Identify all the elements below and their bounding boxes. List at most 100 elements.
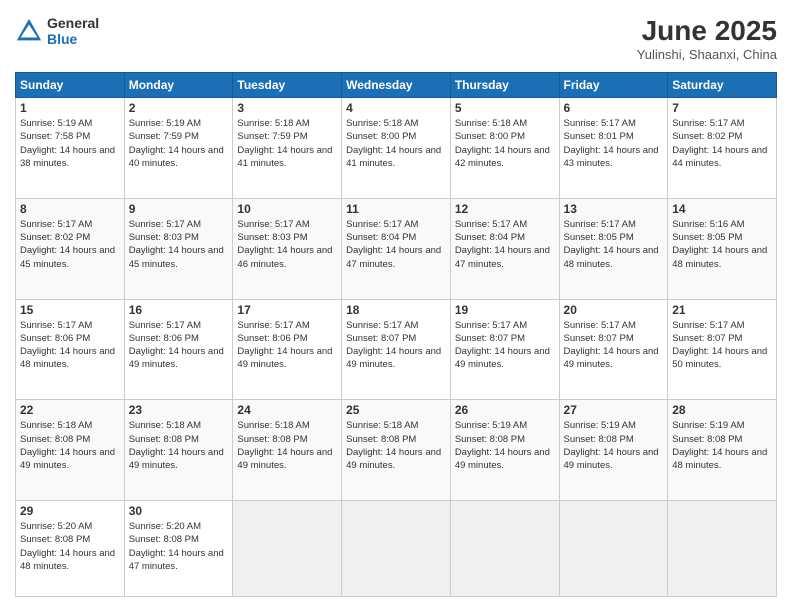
calendar-cell: 30 Sunrise: 5:20 AMSunset: 8:08 PMDaylig… — [124, 501, 233, 597]
calendar-cell: 16 Sunrise: 5:17 AMSunset: 8:06 PMDaylig… — [124, 299, 233, 400]
day-number: 24 — [237, 403, 337, 417]
calendar-cell: 13 Sunrise: 5:17 AMSunset: 8:05 PMDaylig… — [559, 198, 668, 299]
week-row-2: 8 Sunrise: 5:17 AMSunset: 8:02 PMDayligh… — [16, 198, 777, 299]
week-row-5: 29 Sunrise: 5:20 AMSunset: 8:08 PMDaylig… — [16, 501, 777, 597]
day-number: 6 — [564, 101, 664, 115]
day-number: 7 — [672, 101, 772, 115]
day-number: 26 — [455, 403, 555, 417]
cell-info: Sunrise: 5:18 AMSunset: 8:08 PMDaylight:… — [20, 420, 115, 471]
cell-info: Sunrise: 5:17 AMSunset: 8:03 PMDaylight:… — [129, 219, 224, 270]
cell-info: Sunrise: 5:18 AMSunset: 8:08 PMDaylight:… — [129, 420, 224, 471]
day-number: 3 — [237, 101, 337, 115]
calendar-cell: 3 Sunrise: 5:18 AMSunset: 7:59 PMDayligh… — [233, 98, 342, 199]
calendar-table: Sunday Monday Tuesday Wednesday Thursday… — [15, 72, 777, 597]
calendar-cell: 10 Sunrise: 5:17 AMSunset: 8:03 PMDaylig… — [233, 198, 342, 299]
calendar-cell: 17 Sunrise: 5:17 AMSunset: 8:06 PMDaylig… — [233, 299, 342, 400]
cell-info: Sunrise: 5:16 AMSunset: 8:05 PMDaylight:… — [672, 219, 767, 270]
calendar-cell: 18 Sunrise: 5:17 AMSunset: 8:07 PMDaylig… — [342, 299, 451, 400]
calendar-cell: 7 Sunrise: 5:17 AMSunset: 8:02 PMDayligh… — [668, 98, 777, 199]
cell-info: Sunrise: 5:17 AMSunset: 8:02 PMDaylight:… — [20, 219, 115, 270]
day-number: 14 — [672, 202, 772, 216]
day-number: 17 — [237, 303, 337, 317]
day-number: 11 — [346, 202, 446, 216]
calendar-cell: 29 Sunrise: 5:20 AMSunset: 8:08 PMDaylig… — [16, 501, 125, 597]
calendar-cell — [668, 501, 777, 597]
day-number: 13 — [564, 202, 664, 216]
page: General Blue June 2025 Yulinshi, Shaanxi… — [0, 0, 792, 612]
month-title: June 2025 — [637, 15, 777, 47]
calendar-cell: 25 Sunrise: 5:18 AMSunset: 8:08 PMDaylig… — [342, 400, 451, 501]
col-thursday: Thursday — [450, 73, 559, 98]
day-number: 25 — [346, 403, 446, 417]
cell-info: Sunrise: 5:17 AMSunset: 8:04 PMDaylight:… — [455, 219, 550, 270]
calendar-cell: 11 Sunrise: 5:17 AMSunset: 8:04 PMDaylig… — [342, 198, 451, 299]
calendar-cell: 23 Sunrise: 5:18 AMSunset: 8:08 PMDaylig… — [124, 400, 233, 501]
cell-info: Sunrise: 5:19 AMSunset: 7:59 PMDaylight:… — [129, 118, 224, 169]
day-number: 2 — [129, 101, 229, 115]
col-saturday: Saturday — [668, 73, 777, 98]
cell-info: Sunrise: 5:17 AMSunset: 8:07 PMDaylight:… — [346, 320, 441, 371]
day-number: 15 — [20, 303, 120, 317]
calendar-cell: 9 Sunrise: 5:17 AMSunset: 8:03 PMDayligh… — [124, 198, 233, 299]
cell-info: Sunrise: 5:17 AMSunset: 8:05 PMDaylight:… — [564, 219, 659, 270]
logo-text: General Blue — [47, 15, 99, 47]
day-number: 20 — [564, 303, 664, 317]
calendar-cell — [559, 501, 668, 597]
cell-info: Sunrise: 5:19 AMSunset: 8:08 PMDaylight:… — [455, 420, 550, 471]
cell-info: Sunrise: 5:17 AMSunset: 8:06 PMDaylight:… — [129, 320, 224, 371]
cell-info: Sunrise: 5:17 AMSunset: 8:07 PMDaylight:… — [564, 320, 659, 371]
cell-info: Sunrise: 5:17 AMSunset: 8:07 PMDaylight:… — [672, 320, 767, 371]
day-number: 16 — [129, 303, 229, 317]
col-wednesday: Wednesday — [342, 73, 451, 98]
col-sunday: Sunday — [16, 73, 125, 98]
cell-info: Sunrise: 5:17 AMSunset: 8:03 PMDaylight:… — [237, 219, 332, 270]
cell-info: Sunrise: 5:19 AMSunset: 8:08 PMDaylight:… — [672, 420, 767, 471]
calendar-cell — [450, 501, 559, 597]
week-row-4: 22 Sunrise: 5:18 AMSunset: 8:08 PMDaylig… — [16, 400, 777, 501]
calendar-cell: 24 Sunrise: 5:18 AMSunset: 8:08 PMDaylig… — [233, 400, 342, 501]
day-number: 10 — [237, 202, 337, 216]
cell-info: Sunrise: 5:17 AMSunset: 8:04 PMDaylight:… — [346, 219, 441, 270]
cell-info: Sunrise: 5:17 AMSunset: 8:06 PMDaylight:… — [237, 320, 332, 371]
header: General Blue June 2025 Yulinshi, Shaanxi… — [15, 15, 777, 62]
logo: General Blue — [15, 15, 99, 47]
day-number: 22 — [20, 403, 120, 417]
calendar-cell: 28 Sunrise: 5:19 AMSunset: 8:08 PMDaylig… — [668, 400, 777, 501]
cell-info: Sunrise: 5:17 AMSunset: 8:01 PMDaylight:… — [564, 118, 659, 169]
day-number: 30 — [129, 504, 229, 518]
week-row-1: 1 Sunrise: 5:19 AMSunset: 7:58 PMDayligh… — [16, 98, 777, 199]
day-number: 27 — [564, 403, 664, 417]
calendar-cell: 5 Sunrise: 5:18 AMSunset: 8:00 PMDayligh… — [450, 98, 559, 199]
calendar-cell: 27 Sunrise: 5:19 AMSunset: 8:08 PMDaylig… — [559, 400, 668, 501]
cell-info: Sunrise: 5:17 AMSunset: 8:02 PMDaylight:… — [672, 118, 767, 169]
day-number: 8 — [20, 202, 120, 216]
day-number: 12 — [455, 202, 555, 216]
day-number: 18 — [346, 303, 446, 317]
cell-info: Sunrise: 5:18 AMSunset: 7:59 PMDaylight:… — [237, 118, 332, 169]
cell-info: Sunrise: 5:19 AMSunset: 8:08 PMDaylight:… — [564, 420, 659, 471]
calendar-cell — [233, 501, 342, 597]
day-number: 9 — [129, 202, 229, 216]
week-row-3: 15 Sunrise: 5:17 AMSunset: 8:06 PMDaylig… — [16, 299, 777, 400]
col-tuesday: Tuesday — [233, 73, 342, 98]
calendar-cell: 1 Sunrise: 5:19 AMSunset: 7:58 PMDayligh… — [16, 98, 125, 199]
logo-icon — [15, 17, 43, 45]
calendar-cell — [342, 501, 451, 597]
cell-info: Sunrise: 5:17 AMSunset: 8:07 PMDaylight:… — [455, 320, 550, 371]
title-block: June 2025 Yulinshi, Shaanxi, China — [637, 15, 777, 62]
calendar-cell: 20 Sunrise: 5:17 AMSunset: 8:07 PMDaylig… — [559, 299, 668, 400]
day-number: 5 — [455, 101, 555, 115]
col-friday: Friday — [559, 73, 668, 98]
cell-info: Sunrise: 5:20 AMSunset: 8:08 PMDaylight:… — [129, 521, 224, 572]
calendar-cell: 2 Sunrise: 5:19 AMSunset: 7:59 PMDayligh… — [124, 98, 233, 199]
cell-info: Sunrise: 5:18 AMSunset: 8:00 PMDaylight:… — [346, 118, 441, 169]
calendar-cell: 14 Sunrise: 5:16 AMSunset: 8:05 PMDaylig… — [668, 198, 777, 299]
day-number: 23 — [129, 403, 229, 417]
cell-info: Sunrise: 5:17 AMSunset: 8:06 PMDaylight:… — [20, 320, 115, 371]
day-number: 21 — [672, 303, 772, 317]
day-number: 1 — [20, 101, 120, 115]
calendar-header-row: Sunday Monday Tuesday Wednesday Thursday… — [16, 73, 777, 98]
day-number: 19 — [455, 303, 555, 317]
day-number: 29 — [20, 504, 120, 518]
logo-general-label: General — [47, 15, 99, 31]
